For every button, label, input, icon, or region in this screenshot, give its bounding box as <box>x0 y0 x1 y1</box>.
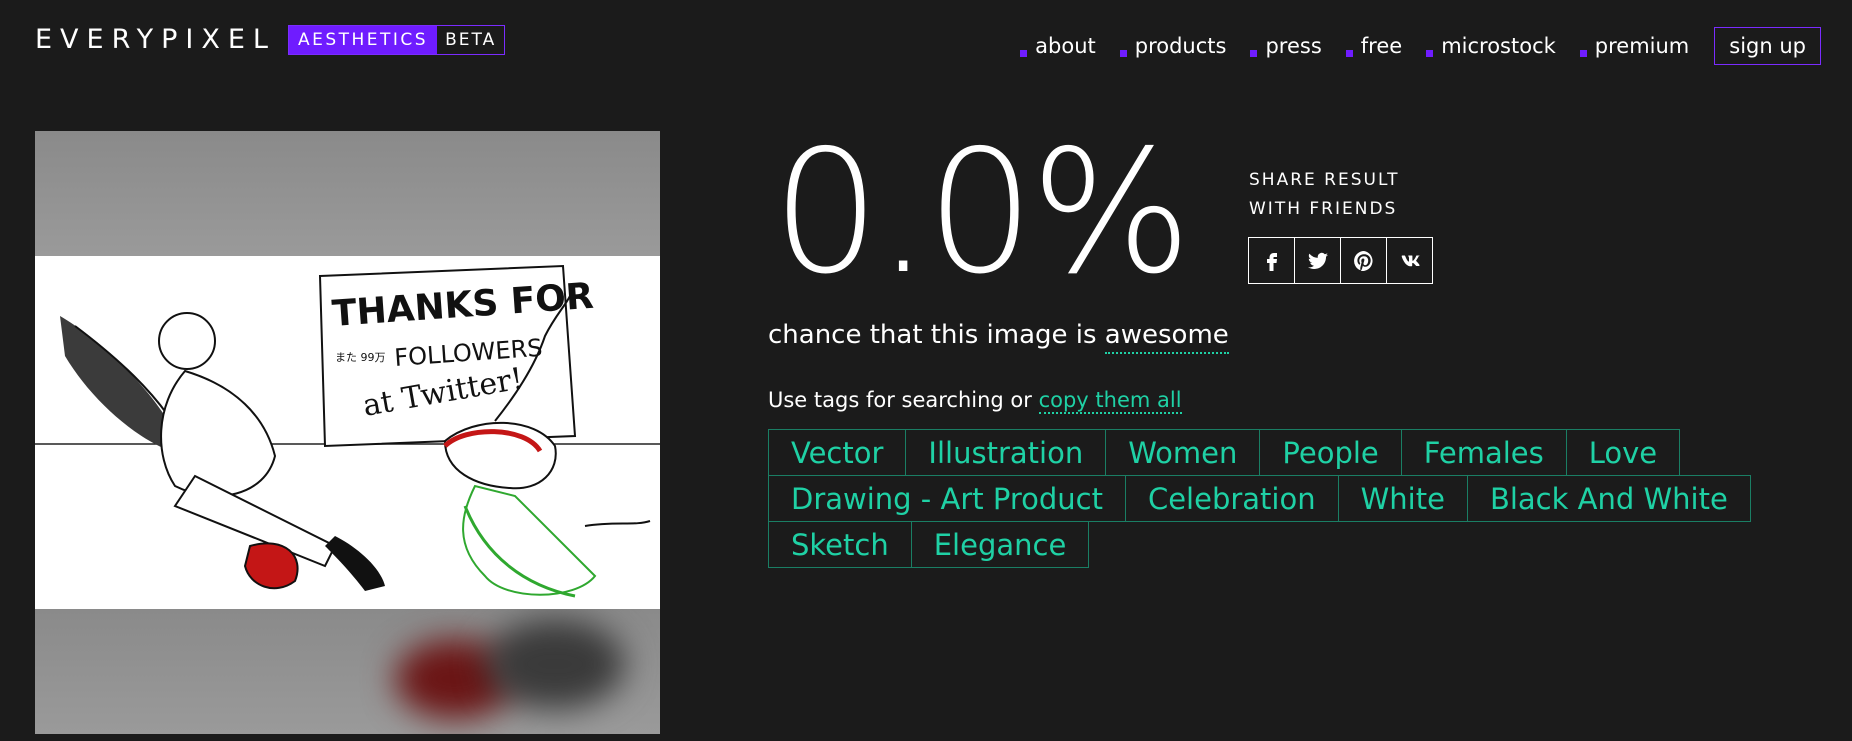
nav-bullet <box>1345 50 1353 57</box>
tag-chip[interactable]: Vector <box>768 429 907 476</box>
aesthetics-badge: AESTHETICS BETA <box>287 24 506 55</box>
tag-chip[interactable]: Drawing - Art Product <box>768 475 1126 522</box>
blurred-backdrop-bottom <box>35 609 660 734</box>
nav-about[interactable]: about <box>1018 31 1096 61</box>
aesthetic-score: 0.0% <box>772 114 1192 312</box>
nav-bullet <box>1579 50 1587 57</box>
tag-row: Sketch Elegance <box>768 521 1728 568</box>
nav-bullet <box>1426 50 1434 57</box>
tag-chip[interactable]: Females <box>1400 429 1567 476</box>
logo-wordmark: EVERYPIXEL <box>35 24 276 55</box>
sign-text-line2: また 99万 <box>335 351 386 364</box>
tag-row: Vector Illustration Women People Females… <box>768 429 1728 476</box>
facebook-icon <box>1266 252 1277 271</box>
nav-label: microstock <box>1441 34 1556 58</box>
twitter-icon <box>1307 252 1328 269</box>
nav-label: free <box>1360 34 1403 58</box>
nav-bullet <box>1020 50 1028 57</box>
nav-free[interactable]: free <box>1344 31 1402 61</box>
nav-bullet <box>1119 50 1127 57</box>
tags-hint-prefix: Use tags for searching or <box>768 388 1039 412</box>
copy-all-tags-link[interactable]: copy them all <box>1038 388 1182 414</box>
nav-label: press <box>1265 34 1322 58</box>
tag-row: Drawing - Art Product Celebration White … <box>768 475 1751 522</box>
pinterest-icon <box>1353 250 1373 271</box>
tag-chip[interactable]: People <box>1259 429 1402 476</box>
awesome-keyword[interactable]: awesome <box>1104 320 1229 354</box>
share-label: SHARE RESULT WITH FRIENDS <box>1249 166 1429 224</box>
tag-chip[interactable]: Sketch <box>768 521 912 568</box>
analyzed-image: THANKS FOR また 99万 FOLLOWERS at Twitter! <box>35 256 660 609</box>
tag-chip[interactable]: Elegance <box>910 521 1090 568</box>
tag-chip[interactable]: Illustration <box>905 429 1107 476</box>
tag-list: Vector Illustration Women People Females… <box>768 429 1751 568</box>
nav-label: about <box>1035 34 1096 58</box>
share-pinterest-button[interactable] <box>1340 237 1387 284</box>
analyzed-image-panel: THANKS FOR また 99万 FOLLOWERS at Twitter! <box>35 131 660 734</box>
share-buttons <box>1248 237 1433 284</box>
share-vk-button[interactable] <box>1386 237 1433 284</box>
nav-bullet <box>1250 50 1258 57</box>
tag-chip[interactable]: Love <box>1565 429 1681 476</box>
blurred-backdrop-top <box>35 131 660 256</box>
share-twitter-button[interactable] <box>1294 237 1341 284</box>
nav-products[interactable]: products <box>1118 31 1227 61</box>
share-facebook-button[interactable] <box>1248 237 1295 284</box>
tag-chip[interactable]: Women <box>1105 429 1261 476</box>
chance-caption: chance that this image is awesome <box>768 320 1229 354</box>
tags-hint: Use tags for searching or copy them all <box>768 388 1182 414</box>
tag-chip[interactable]: Celebration <box>1124 475 1339 522</box>
main-nav: about products press free microstock pre… <box>996 27 1821 65</box>
tag-chip[interactable]: Black And White <box>1466 475 1751 522</box>
badge-aesthetics: AESTHETICS <box>288 25 438 54</box>
tag-chip[interactable]: White <box>1337 475 1468 522</box>
chance-prefix: chance that this image is <box>768 320 1105 350</box>
nav-label: premium <box>1594 34 1690 58</box>
sign-up-button[interactable]: sign up <box>1714 27 1821 65</box>
logo[interactable]: EVERYPIXEL AESTHETICS BETA <box>35 24 506 55</box>
share-label-line1: SHARE RESULT <box>1249 170 1400 190</box>
blur-shape <box>485 619 625 709</box>
share-label-line2: WITH FRIENDS <box>1249 199 1398 219</box>
nav-press[interactable]: press <box>1248 31 1322 61</box>
badge-beta: BETA <box>445 29 497 50</box>
nav-label: products <box>1134 34 1227 58</box>
artwork-drawing: THANKS FOR また 99万 FOLLOWERS at Twitter! <box>35 256 660 609</box>
nav-premium[interactable]: premium <box>1578 31 1689 61</box>
nav-microstock[interactable]: microstock <box>1424 31 1556 61</box>
vk-icon <box>1401 255 1420 266</box>
